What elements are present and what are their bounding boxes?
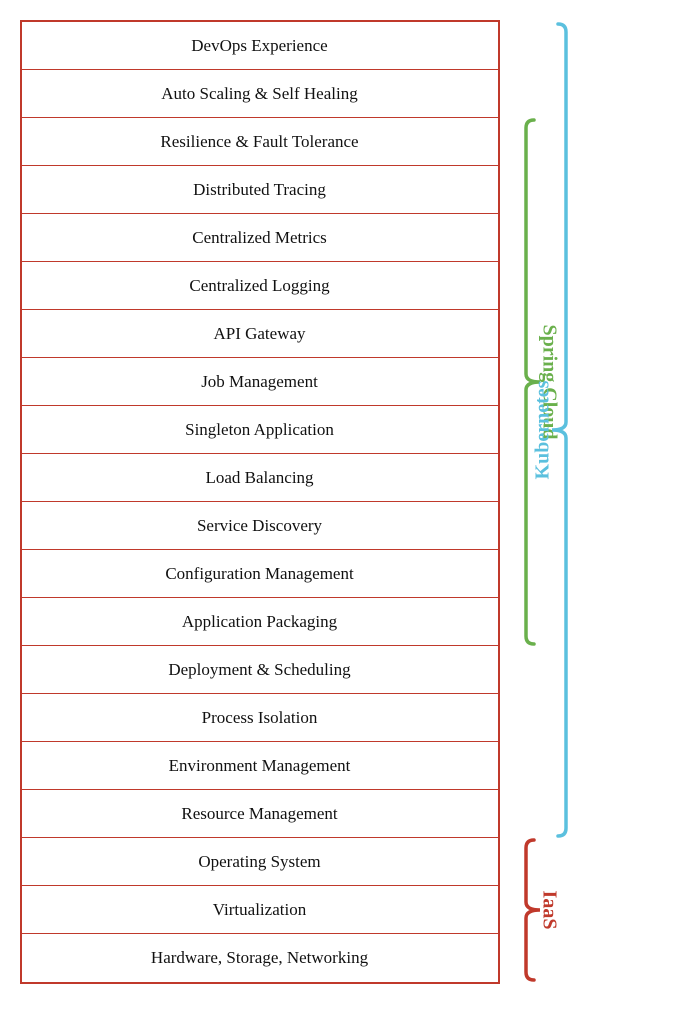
row-item: Deployment & Scheduling — [22, 646, 498, 694]
iaas-bracket-label: IaaS — [538, 891, 560, 930]
row-item: Operating System — [22, 838, 498, 886]
row-item: Centralized Metrics — [22, 214, 498, 262]
brackets-column: Spring CloudKubernetes IaaS — [504, 20, 644, 984]
row-item: API Gateway — [22, 310, 498, 358]
row-item: Configuration Management — [22, 550, 498, 598]
row-item: Process Isolation — [22, 694, 498, 742]
row-item: Singleton Application — [22, 406, 498, 454]
kubernetes-bracket-wrapper: Kubernetes — [504, 20, 644, 984]
row-item: DevOps Experience — [22, 22, 498, 70]
row-item: Application Packaging — [22, 598, 498, 646]
spring-cloud-bracket-label: Spring Cloud — [538, 324, 560, 439]
row-item: Auto Scaling & Self Healing — [22, 70, 498, 118]
row-item: Load Balancing — [22, 454, 498, 502]
row-item: Service Discovery — [22, 502, 498, 550]
iaas-bracket-wrapper: IaaS — [504, 20, 644, 984]
row-item: Resource Management — [22, 790, 498, 838]
diagram-container: DevOps ExperienceAuto Scaling & Self Hea… — [20, 20, 660, 984]
kubernetes-bracket-label: Kubernetes — [531, 380, 553, 479]
kubernetes-bracket-svg: Kubernetes — [504, 20, 644, 984]
row-item: Hardware, Storage, Networking — [22, 934, 498, 982]
spring-cloud-bracket-wrapper: Spring Cloud — [504, 20, 644, 984]
row-item: Distributed Tracing — [22, 166, 498, 214]
row-item: Environment Management — [22, 742, 498, 790]
spring-cloud-bracket-svg: Spring Cloud — [504, 20, 644, 984]
iaas-bracket-svg: IaaS — [504, 20, 644, 984]
row-item: Virtualization — [22, 886, 498, 934]
rows-column: DevOps ExperienceAuto Scaling & Self Hea… — [20, 20, 500, 984]
row-item: Centralized Logging — [22, 262, 498, 310]
row-item: Resilience & Fault Tolerance — [22, 118, 498, 166]
row-item: Job Management — [22, 358, 498, 406]
